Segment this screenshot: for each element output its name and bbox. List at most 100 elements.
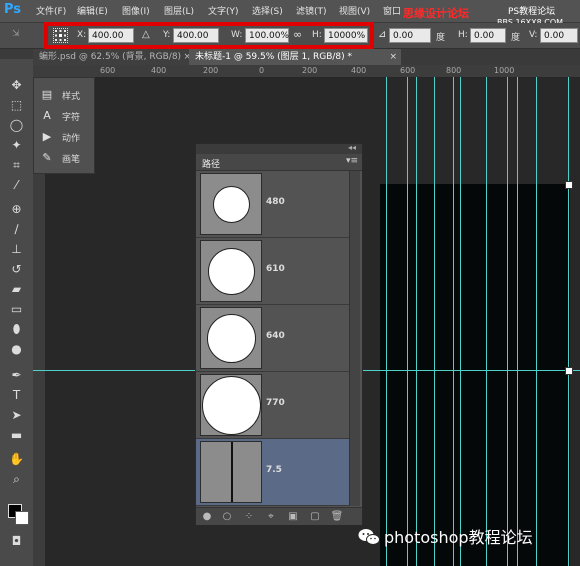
stroke-path-icon[interactable]: ○ — [220, 510, 234, 523]
panel-actions-label: 动作 — [62, 134, 81, 144]
path-thumbnail — [200, 441, 262, 503]
path-name: 610 — [266, 264, 285, 274]
paths-panel-titlebar[interactable]: ◂◂ — [196, 143, 362, 154]
menu-type[interactable]: 文字(Y) — [208, 4, 239, 17]
menu-bar: Ps 文件(F) 编辑(E) 图像(I) 图层(L) 文字(Y) 选择(S) 滤… — [0, 0, 580, 27]
path-item[interactable]: 480 — [196, 171, 350, 238]
lasso-tool-icon[interactable]: ◯ — [8, 117, 25, 133]
pen-tool-icon[interactable]: ✒ — [8, 367, 25, 383]
vskew-field[interactable]: 0.00 — [540, 28, 578, 43]
menu-file[interactable]: 文件(F) — [36, 4, 66, 17]
guide-vertical[interactable] — [434, 77, 435, 566]
panel-brush[interactable]: ✎ 画笔 — [40, 149, 92, 167]
hskew-field[interactable]: 0.00 — [470, 28, 506, 43]
paths-panel-title[interactable]: 路径 — [202, 157, 220, 170]
background-color-swatch[interactable] — [15, 511, 29, 525]
ruler-number: 600 — [400, 66, 416, 75]
menu-window[interactable]: 窗口 — [383, 4, 401, 17]
transform-handle-center[interactable] — [565, 367, 573, 375]
canvas-document[interactable] — [380, 184, 570, 566]
guide-vertical[interactable] — [536, 77, 537, 566]
tab-1-label: 蝙形.psd @ 62.5% (背景, RGB/8) — [39, 52, 182, 62]
dodge-tool-icon[interactable]: ● — [8, 341, 25, 357]
ruler-number: 800 — [446, 66, 462, 75]
paths-scrollbar[interactable] — [349, 171, 360, 506]
tab-2-label: 未标题-1 @ 59.5% (图层 1, RGB/8) * — [195, 52, 352, 62]
tab-document-2[interactable]: 未标题-1 @ 59.5% (图层 1, RGB/8) * × — [189, 49, 401, 65]
ruler-number: 600 — [100, 66, 116, 75]
path-item[interactable]: 640 — [196, 305, 350, 372]
guide-vertical[interactable] — [517, 77, 518, 566]
photoshop-logo: Ps — [4, 2, 22, 17]
eyedropper-tool-icon[interactable]: ⁄ — [8, 177, 25, 193]
path-thumbnail — [200, 173, 262, 235]
eraser-tool-icon[interactable]: ▰ — [8, 281, 25, 297]
path-thumbnail — [200, 374, 262, 436]
document-tabs: 蝙形.psd @ 62.5% (背景, RGB/8) × 未标题-1 @ 59.… — [33, 49, 580, 65]
hand-tool-icon[interactable]: ✋ — [8, 451, 25, 467]
crop-tool-icon[interactable]: ⌗ — [8, 157, 25, 173]
collapse-icon[interactable]: ◂◂ — [348, 143, 356, 152]
add-mask-icon[interactable]: ▣ — [286, 510, 300, 523]
menu-view[interactable]: 视图(V) — [339, 4, 370, 17]
tab-2-close-icon[interactable]: × — [389, 49, 397, 65]
tools-panel-header — [0, 49, 33, 59]
panel-styles[interactable]: ▤ 样式 — [40, 86, 92, 104]
delete-path-icon[interactable]: 🗑 — [330, 510, 344, 523]
menu-layer[interactable]: 图层(L) — [164, 4, 194, 17]
path-selection-tool-icon[interactable]: ➤ — [8, 407, 25, 423]
panel-actions[interactable]: ▶ 动作 — [40, 128, 92, 146]
transform-handle-top[interactable] — [565, 181, 573, 189]
collapsed-panel-dock: ▤ 样式 A 字符 ▶ 动作 ✎ 画笔 — [33, 77, 95, 174]
path-item-selected[interactable]: 7.5 — [196, 439, 350, 506]
quick-mask-icon[interactable]: ◘ — [8, 533, 25, 549]
healing-brush-tool-icon[interactable]: ⊕ — [8, 201, 25, 217]
rotate-field[interactable]: 0.00 — [389, 28, 431, 43]
guide-vertical[interactable] — [507, 77, 508, 566]
tool-preset-icon[interactable]: ⇲ — [12, 29, 30, 41]
load-selection-icon[interactable]: ⁘ — [242, 510, 256, 523]
guide-vertical[interactable] — [453, 77, 454, 566]
zoom-tool-icon[interactable]: ⌕ — [8, 471, 25, 487]
brush-tool-icon[interactable]: ∕ — [8, 221, 25, 237]
clone-stamp-tool-icon[interactable]: ⊥ — [8, 241, 25, 257]
menu-filter[interactable]: 滤镜(T) — [296, 4, 327, 17]
styles-icon: ▤ — [41, 88, 53, 101]
guide-vertical[interactable] — [460, 77, 461, 566]
guide-vertical[interactable] — [486, 77, 487, 566]
fill-path-icon[interactable]: ● — [200, 510, 214, 523]
gradient-tool-icon[interactable]: ▭ — [8, 301, 25, 317]
ruler-number: 400 — [151, 66, 167, 75]
path-item[interactable]: 610 — [196, 238, 350, 305]
menu-edit[interactable]: 编辑(E) — [77, 4, 108, 17]
move-tool-icon[interactable]: ✥ — [8, 77, 25, 93]
guide-vertical[interactable] — [416, 77, 417, 566]
guide-vertical[interactable] — [568, 77, 569, 566]
path-item[interactable]: 770 — [196, 372, 350, 439]
new-path-icon[interactable]: ▢ — [308, 510, 322, 523]
hskew-label: H: — [458, 30, 468, 40]
make-work-path-icon[interactable]: ⌖ — [264, 510, 278, 523]
paths-panel-footer: ● ○ ⁘ ⌖ ▣ ▢ 🗑 — [196, 507, 362, 525]
circle-shape — [202, 376, 261, 435]
history-brush-tool-icon[interactable]: ↺ — [8, 261, 25, 277]
rectangle-tool-icon[interactable]: ▬ — [8, 427, 25, 443]
path-thumbnail — [200, 240, 262, 302]
marquee-tool-icon[interactable]: ⬚ — [8, 97, 25, 113]
menu-image[interactable]: 图像(I) — [122, 4, 150, 17]
path-name: 7.5 — [266, 465, 282, 475]
menu-select[interactable]: 选择(S) — [252, 4, 283, 17]
type-tool-icon[interactable]: T — [8, 387, 25, 403]
panel-character-label: 字符 — [62, 113, 81, 123]
guide-vertical[interactable] — [386, 77, 387, 566]
guide-vertical[interactable] — [407, 77, 408, 566]
tab-document-1[interactable]: 蝙形.psd @ 62.5% (背景, RGB/8) × — [33, 49, 195, 65]
blur-tool-icon[interactable]: ⬮ — [8, 321, 25, 337]
panel-menu-icon[interactable]: ▾≡ — [346, 156, 358, 166]
path-name: 770 — [266, 398, 285, 408]
magic-wand-tool-icon[interactable]: ✦ — [8, 137, 25, 153]
character-icon: A — [43, 109, 51, 122]
ruler-number: 400 — [351, 66, 367, 75]
paths-panel-header: 路径 ▾≡ — [196, 154, 362, 171]
panel-character[interactable]: A 字符 — [40, 107, 92, 125]
